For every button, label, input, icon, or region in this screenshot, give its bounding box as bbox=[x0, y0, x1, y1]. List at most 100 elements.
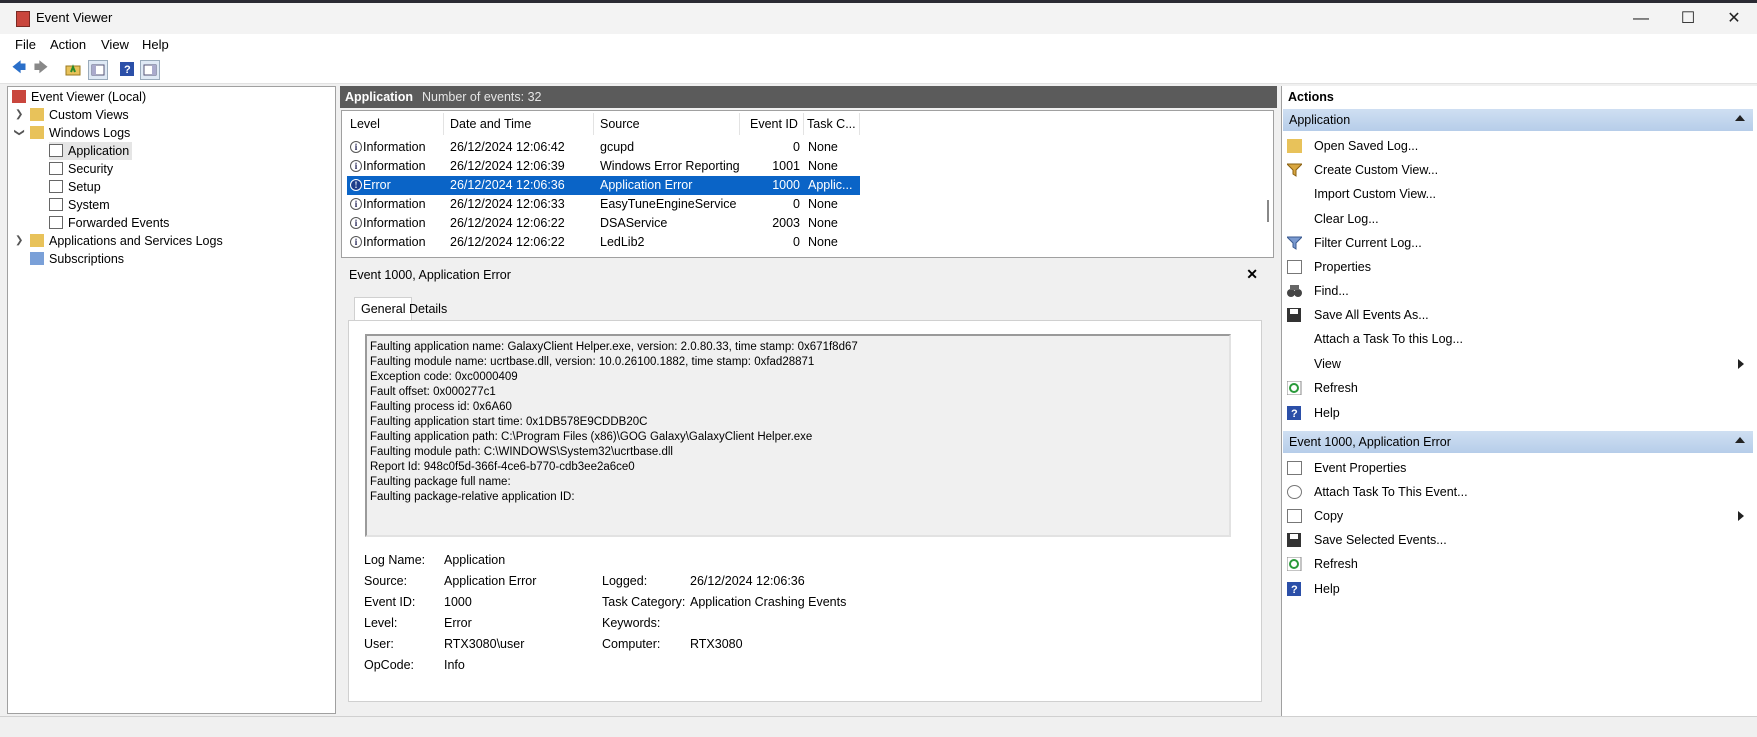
toolbar: 🡄 🡆 ? bbox=[0, 56, 1757, 84]
action-find[interactable]: Find... bbox=[1287, 281, 1349, 301]
action-create-custom-view[interactable]: Create Custom View... bbox=[1285, 160, 1438, 180]
event-task: None bbox=[808, 197, 838, 211]
action-open-saved-log[interactable]: Open Saved Log... bbox=[1287, 136, 1418, 156]
section-header-application[interactable]: Application bbox=[1283, 109, 1753, 131]
collapse-triangle-icon[interactable] bbox=[1735, 115, 1745, 121]
help-icon: ? bbox=[1287, 582, 1302, 596]
tree-item-subscriptions[interactable]: Subscriptions bbox=[30, 250, 124, 268]
event-task: None bbox=[808, 140, 838, 154]
column-separator[interactable] bbox=[859, 113, 860, 135]
log-icon bbox=[49, 180, 63, 193]
status-bar bbox=[0, 716, 1757, 737]
column-event-id[interactable]: Event ID bbox=[750, 117, 798, 131]
user-value: RTX3080\user bbox=[444, 637, 525, 651]
maximize-button[interactable]: ☐ bbox=[1673, 7, 1703, 31]
column-separator[interactable] bbox=[803, 113, 804, 135]
event-source: gcupd bbox=[600, 140, 635, 154]
menu-file[interactable]: File bbox=[15, 37, 36, 52]
column-separator[interactable] bbox=[593, 113, 594, 135]
column-level[interactable]: Level bbox=[350, 117, 380, 131]
action-filter-current-log[interactable]: Filter Current Log... bbox=[1285, 233, 1422, 253]
description-line: Faulting application path: C:\Program Fi… bbox=[370, 431, 813, 443]
tab-details[interactable]: Details bbox=[403, 298, 453, 320]
log-icon bbox=[49, 144, 63, 157]
save-disk-icon bbox=[1287, 308, 1302, 322]
event-id: 1000 bbox=[772, 178, 800, 192]
menu-view[interactable]: View bbox=[101, 37, 129, 52]
task-category-label: Task Category: bbox=[602, 595, 686, 609]
action-copy[interactable]: Copy bbox=[1287, 506, 1752, 526]
action-label: Help bbox=[1314, 406, 1340, 420]
menu-help[interactable]: Help bbox=[142, 37, 169, 52]
expand-chevron-icon[interactable]: ❯ bbox=[15, 235, 23, 246]
event-detail-title: Event 1000, Application Error bbox=[349, 268, 511, 282]
event-list-scrollbar[interactable] bbox=[1263, 112, 1273, 256]
column-task-category[interactable]: Task C... bbox=[807, 117, 856, 131]
column-separator[interactable] bbox=[739, 113, 740, 135]
svg-text:?: ? bbox=[124, 64, 131, 76]
action-label: Event Properties bbox=[1314, 461, 1407, 475]
event-row[interactable]: i Information 26/12/2024 12:06:42 gcupd … bbox=[347, 138, 1201, 157]
action-attach-task-log[interactable]: Attach a Task To this Log... bbox=[1314, 329, 1463, 349]
folder-icon bbox=[30, 234, 44, 247]
tree-item-forwarded-events[interactable]: Forwarded Events bbox=[49, 214, 169, 232]
event-list-header: Application Number of events: 32 bbox=[340, 86, 1277, 108]
help-icon[interactable]: ? bbox=[118, 60, 136, 78]
tree-item-security[interactable]: Security bbox=[49, 160, 113, 178]
action-help-event[interactable]: ? Help bbox=[1287, 579, 1340, 599]
event-task: Applic... bbox=[808, 178, 853, 192]
action-refresh[interactable]: Refresh bbox=[1286, 378, 1358, 398]
close-button[interactable]: ✕ bbox=[1719, 7, 1749, 31]
minimize-button[interactable]: — bbox=[1626, 7, 1656, 31]
tree-root[interactable]: Event Viewer (Local) bbox=[12, 88, 146, 106]
description-line: Faulting application start time: 0x1DB57… bbox=[370, 416, 648, 428]
event-row[interactable]: i Information 26/12/2024 12:06:33 EasyTu… bbox=[347, 195, 1201, 214]
show-hide-tree-icon[interactable] bbox=[88, 60, 108, 80]
information-icon: i bbox=[350, 217, 362, 229]
event-row[interactable]: i Information 26/12/2024 12:06:22 LedLib… bbox=[347, 233, 1201, 252]
event-description[interactable]: Faulting application name: GalaxyClient … bbox=[365, 334, 1231, 537]
column-separator[interactable] bbox=[443, 113, 444, 135]
scrollbar-thumb[interactable] bbox=[1267, 200, 1269, 222]
log-icon bbox=[49, 198, 63, 211]
action-help[interactable]: ? Help bbox=[1287, 403, 1340, 423]
collapse-triangle-icon[interactable] bbox=[1735, 437, 1745, 443]
action-save-all-events[interactable]: Save All Events As... bbox=[1287, 305, 1429, 325]
menu-action[interactable]: Action bbox=[50, 37, 86, 52]
opcode-value: Info bbox=[444, 658, 465, 672]
description-line: Faulting package-relative application ID… bbox=[370, 491, 575, 503]
svg-text:?: ? bbox=[1291, 584, 1298, 596]
back-arrow-icon[interactable]: 🡄 bbox=[10, 59, 28, 78]
event-row[interactable]: i Information 26/12/2024 12:06:39 Window… bbox=[347, 157, 1201, 176]
tree-item-application[interactable]: Application bbox=[49, 142, 133, 160]
logged-label: Logged: bbox=[602, 574, 648, 588]
tree-item-custom-views[interactable]: Custom Views bbox=[30, 106, 129, 124]
event-id-label: Event ID: bbox=[364, 595, 416, 609]
action-view[interactable]: View bbox=[1314, 354, 1752, 374]
event-row-selected[interactable]: ! Error 26/12/2024 12:06:36 Application … bbox=[347, 176, 860, 195]
expand-chevron-icon[interactable]: ❯ bbox=[15, 109, 23, 120]
up-folder-icon[interactable] bbox=[64, 60, 82, 78]
event-task: None bbox=[808, 216, 838, 230]
column-date-time[interactable]: Date and Time bbox=[450, 117, 531, 131]
action-clear-log[interactable]: Clear Log... bbox=[1314, 209, 1379, 229]
action-refresh-event[interactable]: Refresh bbox=[1286, 554, 1358, 574]
tree-item-windows-logs[interactable]: Windows Logs bbox=[30, 124, 130, 142]
action-event-properties[interactable]: Event Properties bbox=[1287, 458, 1407, 478]
show-action-pane-icon[interactable] bbox=[140, 60, 160, 80]
event-row[interactable]: i Information 26/12/2024 12:06:22 DSASer… bbox=[347, 214, 1201, 233]
forward-arrow-icon[interactable]: 🡆 bbox=[32, 59, 50, 78]
action-save-selected-events[interactable]: Save Selected Events... bbox=[1287, 530, 1447, 550]
action-label: Filter Current Log... bbox=[1314, 236, 1422, 250]
tree-item-applications-services[interactable]: Applications and Services Logs bbox=[30, 232, 223, 250]
section-header-event[interactable]: Event 1000, Application Error bbox=[1283, 431, 1753, 453]
action-attach-task-event[interactable]: Attach Task To This Event... bbox=[1287, 482, 1468, 502]
action-import-custom-view[interactable]: Import Custom View... bbox=[1314, 184, 1436, 204]
tree-item-setup[interactable]: Setup bbox=[49, 178, 101, 196]
column-source[interactable]: Source bbox=[600, 117, 640, 131]
action-properties[interactable]: Properties bbox=[1287, 257, 1371, 277]
collapse-chevron-icon[interactable]: ❯ bbox=[14, 128, 25, 136]
tree-item-system[interactable]: System bbox=[49, 196, 110, 214]
event-id: 1001 bbox=[772, 159, 800, 173]
close-icon[interactable]: ✕ bbox=[1246, 266, 1258, 283]
